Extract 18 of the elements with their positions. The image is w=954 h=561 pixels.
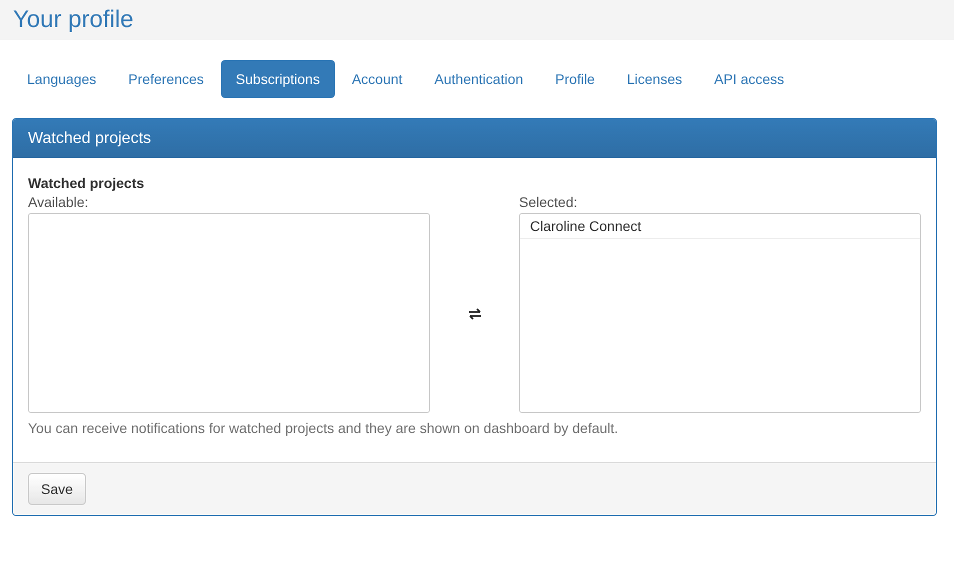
tab[interactable]: Preferences — [113, 60, 219, 98]
panel-title: Watched projects — [28, 130, 152, 148]
tab[interactable]: Profile — [540, 60, 610, 98]
tab[interactable]: Subscriptions — [220, 60, 335, 98]
section-title: Watched projects — [28, 175, 146, 191]
help-text: You can receive notifications for watched projects and they are shown on dashboard by default. — [28, 420, 620, 436]
tab[interactable]: Account — [336, 60, 418, 98]
tab[interactable]: API access — [699, 60, 800, 98]
page-title: Your profile — [13, 6, 134, 34]
tab[interactable]: Licenses — [612, 60, 698, 98]
list-label: Selected: — [519, 194, 578, 210]
list-item[interactable]: Claroline Connect — [520, 214, 920, 239]
selected-list[interactable]: Claroline Connect — [519, 213, 921, 413]
tab[interactable]: Authentication — [419, 60, 538, 98]
list-label: Available: — [28, 194, 90, 210]
swap-icon[interactable] — [468, 308, 482, 320]
save-button[interactable]: Save — [28, 473, 86, 505]
tab[interactable]: Languages — [12, 60, 112, 98]
